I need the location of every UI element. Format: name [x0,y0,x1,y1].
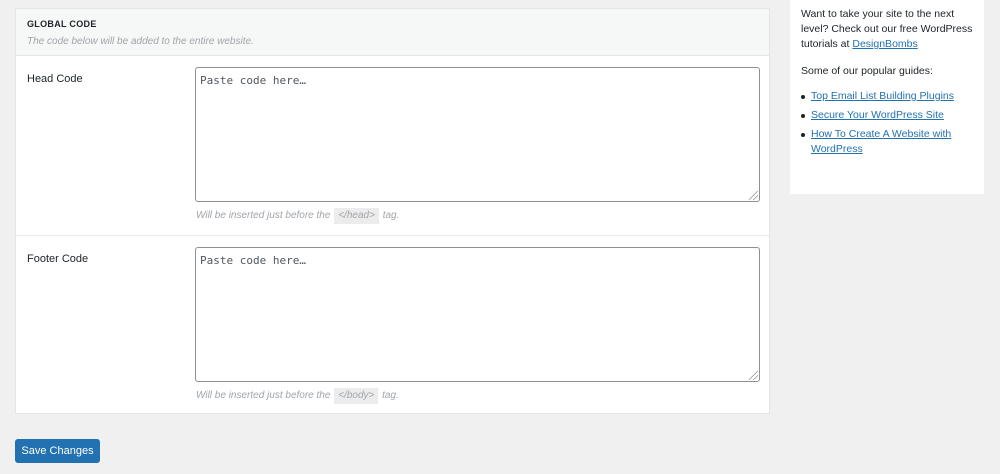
promo-intro: Want to take your site to the next level… [801,7,974,52]
hint-prefix: Will be inserted just before the [196,390,331,401]
guide-link-email-list[interactable]: Top Email List Building Plugins [811,90,954,102]
designbombs-link[interactable]: DesignBombs [852,38,917,50]
hint-suffix: tag. [382,210,400,221]
guide-link-secure-site[interactable]: Secure Your WordPress Site [811,109,944,121]
save-changes-button[interactable]: Save Changes [15,439,100,463]
resize-handle-icon[interactable] [749,191,758,200]
head-code-row: Head Code Paste code here… Will be inser… [16,56,769,236]
guides-list: Top Email List Building Plugins Secure Y… [801,89,974,157]
global-code-panel: GLOBAL CODE The code below will be added… [15,8,770,414]
list-item: How To Create A Website with WordPress [801,127,974,157]
hint-suffix: tag. [382,390,399,401]
resize-handle-icon[interactable] [749,371,758,380]
footer-code-row: Footer Code Paste code here… Will be ins… [16,236,769,414]
footer-code-placeholder: Paste code here… [200,254,306,267]
head-code-label: Head Code [27,73,83,85]
body-tag: </body> [334,388,379,404]
head-tag: </head> [334,208,379,224]
hint-prefix: Will be inserted just before the [196,210,331,221]
footer-code-hint: Will be inserted just before the </body>… [196,388,399,404]
promo-sidebar: Want to take your site to the next level… [790,0,984,194]
footer-code-label: Footer Code [27,253,89,265]
head-code-textarea[interactable]: Paste code here… [195,67,760,202]
head-code-hint: Will be inserted just before the </head>… [196,208,399,224]
footer-code-textarea[interactable]: Paste code here… [195,247,760,382]
popular-guides-heading: Some of our popular guides: [801,65,933,77]
list-item: Top Email List Building Plugins [801,89,974,104]
list-item: Secure Your WordPress Site [801,108,974,123]
guide-link-create-website[interactable]: How To Create A Website with WordPress [811,128,951,155]
panel-subtitle: The code below will be added to the enti… [27,36,254,47]
head-code-placeholder: Paste code here… [200,74,306,87]
panel-header: GLOBAL CODE The code below will be added… [16,9,769,56]
panel-title: GLOBAL CODE [27,19,97,29]
